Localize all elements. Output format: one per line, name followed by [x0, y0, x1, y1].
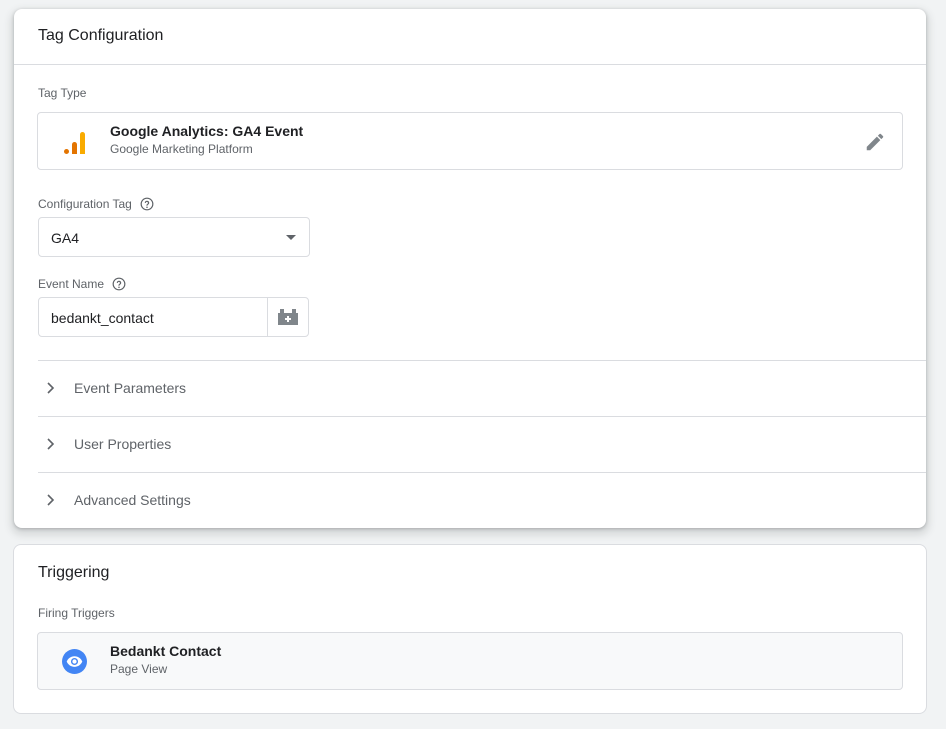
tag-type-selector[interactable]: Google Analytics: GA4 Event Google Marke…: [37, 112, 903, 170]
advanced-settings-label: Advanced Settings: [74, 492, 191, 508]
trigger-name: Bedankt Contact: [110, 643, 222, 659]
tag-configuration-title: Tag Configuration: [14, 9, 926, 65]
user-properties-row[interactable]: User Properties: [38, 416, 926, 472]
trigger-item[interactable]: Bedankt Contact Page View: [37, 632, 903, 690]
insert-variable-button[interactable]: [267, 298, 308, 336]
tag-type-vendor: Google Marketing Platform: [110, 142, 253, 156]
help-icon[interactable]: [112, 277, 126, 291]
configuration-tag-value: GA4: [51, 230, 80, 246]
advanced-settings-row[interactable]: Advanced Settings: [38, 472, 926, 528]
tag-type-label: Tag Type: [38, 86, 87, 100]
configuration-tag-label-row: Configuration Tag: [38, 197, 154, 211]
caret-down-icon: [286, 235, 296, 240]
google-analytics-icon: [64, 130, 86, 154]
chevron-right-icon: [47, 494, 55, 506]
variable-block-icon: [278, 309, 298, 325]
trigger-type: Page View: [110, 662, 168, 676]
help-icon[interactable]: [140, 197, 154, 211]
configuration-tag-select[interactable]: GA4: [38, 217, 310, 257]
event-name-label: Event Name: [38, 277, 105, 291]
user-properties-label: User Properties: [74, 436, 172, 452]
triggering-title: Triggering: [38, 564, 110, 581]
tag-configuration-card: Tag Configuration Tag Type Google Analyt…: [14, 9, 926, 528]
event-name-input[interactable]: bedankt_contact: [38, 297, 309, 337]
chevron-right-icon: [47, 438, 55, 450]
firing-triggers-label: Firing Triggers: [38, 606, 115, 620]
event-parameters-row[interactable]: Event Parameters: [38, 360, 926, 416]
configuration-tag-label: Configuration Tag: [38, 197, 132, 211]
event-parameters-label: Event Parameters: [74, 380, 187, 396]
event-name-label-row: Event Name: [38, 277, 126, 291]
chevron-right-icon: [47, 382, 55, 394]
tag-type-name: Google Analytics: GA4 Event: [110, 123, 304, 139]
triggering-card: Triggering Firing Triggers Bedankt Conta…: [13, 544, 927, 714]
eye-icon: [62, 649, 87, 674]
pencil-icon[interactable]: [864, 131, 886, 153]
event-name-value: bedankt_contact: [51, 310, 154, 326]
